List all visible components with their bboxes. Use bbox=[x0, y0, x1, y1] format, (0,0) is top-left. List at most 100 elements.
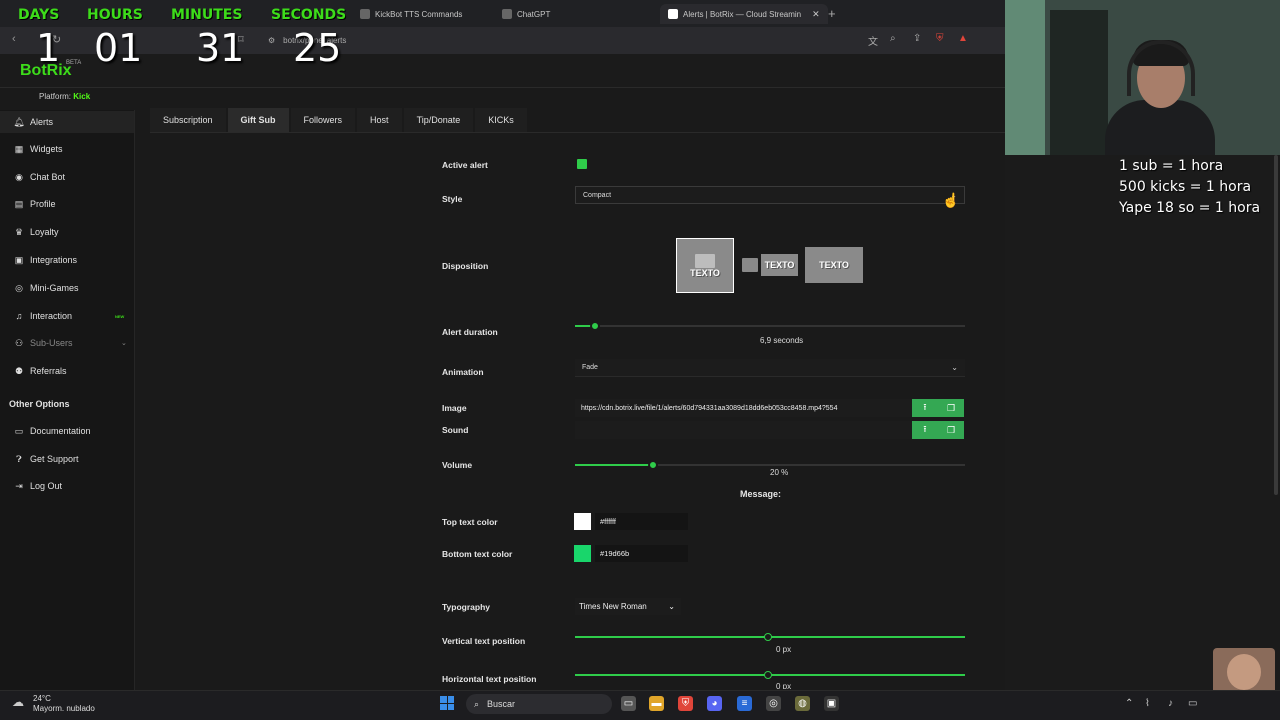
music-icon: ♫ bbox=[15, 311, 23, 321]
tab-gift-sub[interactable]: Gift Sub bbox=[227, 108, 289, 132]
bottom-text-color-label: Bottom text color bbox=[442, 549, 513, 559]
animation-select[interactable]: Fade ⌄ bbox=[575, 359, 965, 377]
disposition-option-stacked[interactable]: TEXTO bbox=[676, 238, 734, 293]
weather-cloud-icon[interactable]: ☁ bbox=[12, 695, 24, 709]
sidebar-item-referrals[interactable]: ⚉ Referrals bbox=[0, 360, 134, 382]
upload-icon: ⭱ bbox=[923, 424, 927, 434]
sidebar-item-sub-users[interactable]: ⚇ Sub-Users ⌄ bbox=[0, 332, 134, 354]
platform-indicator: Platform: Kick bbox=[39, 92, 91, 101]
app-icon[interactable]: ◍ bbox=[795, 696, 810, 711]
tab-followers[interactable]: Followers bbox=[290, 108, 356, 132]
help-icon: ❓︎ bbox=[16, 453, 22, 464]
slider-handle[interactable] bbox=[764, 633, 772, 641]
sidebar-item-alerts[interactable]: 🔔︎ Alerts bbox=[0, 111, 134, 133]
seconds-label: SECONDS bbox=[271, 7, 347, 23]
browser-tab-chatgpt[interactable]: ChatGPT bbox=[502, 4, 550, 24]
sidebar-item-mini-games[interactable]: ◎ Mini-Games bbox=[0, 277, 134, 299]
vertical-position-slider[interactable] bbox=[575, 633, 965, 641]
image-url-input[interactable]: https://cdn.botrix.live/file/1/alerts/60… bbox=[575, 399, 912, 417]
sound-url-input[interactable] bbox=[575, 421, 912, 439]
back-icon[interactable]: ‹ bbox=[12, 33, 16, 45]
tab-subscription[interactable]: Subscription bbox=[150, 108, 226, 132]
disposition-label: Disposition bbox=[442, 261, 489, 271]
terminal-icon[interactable]: ▣ bbox=[824, 696, 839, 711]
other-options-header: Other Options bbox=[9, 399, 70, 409]
network-icon[interactable]: ⌇ bbox=[1145, 698, 1150, 709]
users-icon: ⚇ bbox=[14, 337, 24, 348]
sound-label: Sound bbox=[442, 425, 469, 435]
tab-host[interactable]: Host bbox=[357, 108, 402, 132]
weather-temperature[interactable]: 24°C bbox=[33, 694, 51, 703]
volume-slider[interactable] bbox=[575, 460, 965, 470]
tab-tip-donate[interactable]: Tip/Donate bbox=[403, 108, 474, 132]
gallery-sound-button[interactable]: ❐ bbox=[938, 421, 964, 439]
hours-label: HOURS bbox=[87, 7, 143, 23]
alert-duration-label: Alert duration bbox=[442, 327, 498, 337]
obs-icon[interactable]: ◎ bbox=[766, 696, 781, 711]
sidebar-item-get-support[interactable]: ❓︎ Get Support bbox=[0, 448, 134, 470]
zoom-icon[interactable]: ⌕ bbox=[890, 33, 896, 44]
microphone-icon[interactable]: ♪ bbox=[1168, 698, 1173, 709]
close-tab-icon[interactable]: ✕ bbox=[812, 9, 820, 20]
file-explorer-icon[interactable]: ▬ bbox=[649, 696, 664, 711]
disposition-option-overlay[interactable]: TEXTO bbox=[805, 247, 863, 283]
tab-kicks[interactable]: KICKs bbox=[475, 108, 527, 132]
page-scrollbar[interactable] bbox=[1274, 155, 1278, 495]
days-label: DAYS bbox=[18, 7, 60, 23]
slider-handle[interactable] bbox=[648, 460, 658, 470]
taskbar-search[interactable]: ⌕ Buscar bbox=[466, 694, 612, 714]
alert-duration-value: 6,9 seconds bbox=[760, 336, 804, 345]
alert-duration-slider[interactable] bbox=[575, 321, 965, 331]
brave-shield-icon[interactable]: ⛨ bbox=[936, 33, 944, 44]
slider-handle[interactable] bbox=[590, 321, 600, 331]
bottom-color-input[interactable]: #19d66b bbox=[595, 545, 688, 562]
disposition-option-side[interactable]: TEXTO bbox=[740, 247, 800, 283]
typography-select[interactable]: Times New Roman ⌄ bbox=[575, 598, 681, 615]
site-info-icon: ⚙ bbox=[268, 35, 276, 45]
brave-rewards-icon[interactable]: ▲ bbox=[958, 33, 968, 44]
new-tab-icon[interactable]: + bbox=[828, 6, 836, 21]
sidebar-item-chat-bot[interactable]: ◉ Chat Bot bbox=[0, 166, 134, 188]
gallery-icon: ❐ bbox=[946, 424, 956, 435]
horizontal-position-slider[interactable] bbox=[575, 671, 965, 679]
share-icon[interactable]: ⇪ bbox=[913, 33, 921, 44]
url-field[interactable]: ⚙ botrix/panel/alerts bbox=[260, 31, 860, 49]
display-icon[interactable]: ▭ bbox=[1188, 698, 1197, 709]
top-color-input[interactable]: #ffffff bbox=[595, 513, 688, 530]
windows-start-icon[interactable] bbox=[440, 696, 454, 710]
browser-tab-alerts[interactable]: Alerts | BotRix — Cloud Streamin ✕ bbox=[660, 4, 828, 24]
sidebar-item-log-out[interactable]: ⇥ Log Out bbox=[0, 475, 134, 497]
discord-icon[interactable]: ◕ bbox=[707, 696, 722, 711]
style-select[interactable]: Compact ⌄ bbox=[575, 186, 965, 204]
sidebar-item-interaction[interactable]: ♫ Interaction NEW bbox=[0, 305, 134, 327]
sidebar-item-widgets[interactable]: ▦ Widgets bbox=[0, 138, 134, 160]
sidebar-item-profile[interactable]: ▤ Profile bbox=[0, 193, 134, 215]
volume-label: Volume bbox=[442, 460, 473, 470]
vertical-position-value: 0 px bbox=[776, 645, 792, 654]
brave-browser-icon[interactable]: ⛨ bbox=[678, 696, 693, 711]
sidebar-item-integrations[interactable]: ▣ Integrations bbox=[0, 249, 134, 271]
task-view-icon[interactable]: ▭ bbox=[621, 696, 636, 711]
image-placeholder-icon bbox=[741, 258, 758, 272]
notepad-icon[interactable]: ≡ bbox=[737, 696, 752, 711]
bottom-color-swatch[interactable] bbox=[574, 545, 591, 562]
mouse-cursor-icon: ☝ bbox=[942, 192, 960, 208]
top-color-swatch[interactable] bbox=[574, 513, 591, 530]
tray-chevron-icon[interactable]: ⌃ bbox=[1125, 698, 1133, 709]
top-text-color-label: Top text color bbox=[442, 517, 498, 527]
new-badge: NEW bbox=[115, 313, 125, 319]
profile-icon: ▤ bbox=[14, 198, 24, 209]
browser-tab-kickbot[interactable]: KickBot TTS Commands bbox=[360, 4, 462, 24]
upload-sound-button[interactable]: ⭱ bbox=[912, 421, 938, 439]
integrations-icon: ▣ bbox=[14, 254, 24, 265]
translate-icon[interactable]: 文 bbox=[868, 33, 878, 48]
active-alert-toggle[interactable] bbox=[577, 159, 587, 169]
goal-line-yape: Yape 18 so = 1 hora bbox=[1119, 200, 1261, 216]
weather-description[interactable]: Mayorm. nublado bbox=[33, 704, 95, 713]
typography-label: Typography bbox=[442, 602, 491, 612]
gallery-image-button[interactable]: ❐ bbox=[938, 399, 964, 417]
sidebar-item-loyalty[interactable]: ♛ Loyalty bbox=[0, 221, 134, 243]
slider-handle[interactable] bbox=[764, 671, 772, 679]
upload-image-button[interactable]: ⭱ bbox=[912, 399, 938, 417]
sidebar-item-documentation[interactable]: ▭ Documentation bbox=[0, 420, 134, 442]
